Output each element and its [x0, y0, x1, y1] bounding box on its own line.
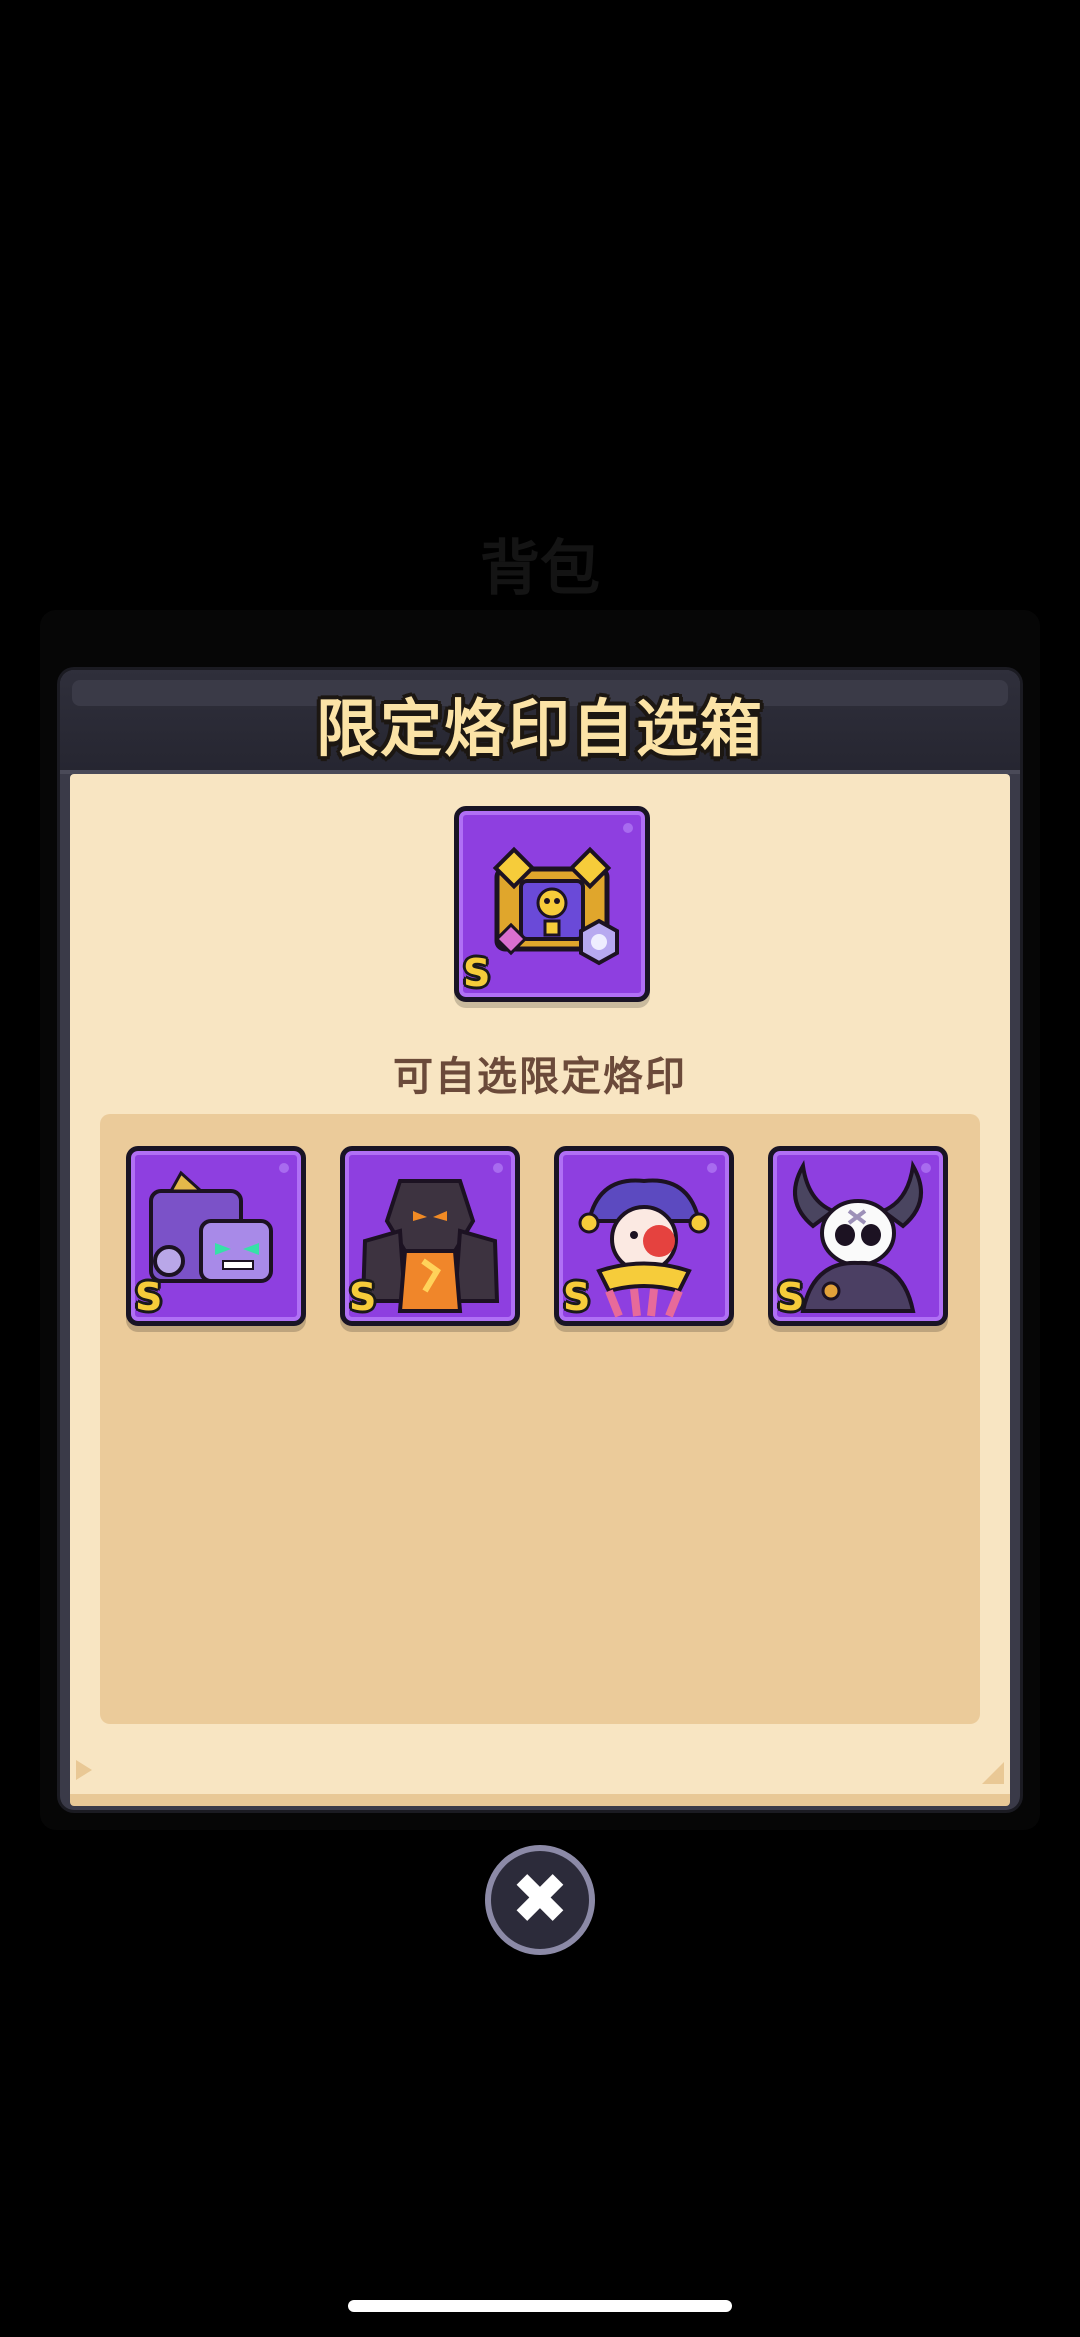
- option-card-2[interactable]: S: [340, 1146, 520, 1326]
- rank-badge: S: [135, 1275, 163, 1319]
- option-card-3[interactable]: S: [554, 1146, 734, 1326]
- close-button[interactable]: ✖: [485, 1845, 595, 1955]
- dialog-subtitle: 可自选限定烙印: [393, 1054, 687, 1100]
- close-icon: ✖: [510, 1858, 570, 1940]
- dialog-header: 限定烙印自选箱: [60, 670, 1020, 774]
- rank-badge: S: [777, 1275, 805, 1319]
- dialog-title: 限定烙印自选箱: [315, 692, 764, 765]
- featured-item-card[interactable]: S: [454, 806, 650, 1002]
- corner-decoration: [982, 1762, 1004, 1784]
- corner-decoration: [76, 1760, 92, 1780]
- home-indicator[interactable]: [348, 2300, 732, 2312]
- dialog-body: S 可自选限定烙印 S S S S: [70, 774, 1010, 1806]
- options-panel: S S S S: [100, 1114, 980, 1724]
- option-card-4[interactable]: S: [768, 1146, 948, 1326]
- rank-badge: S: [463, 951, 491, 995]
- rank-badge: S: [563, 1275, 591, 1319]
- background-page-title: 背包: [480, 534, 600, 604]
- rank-badge: S: [349, 1275, 377, 1319]
- option-card-1[interactable]: S: [126, 1146, 306, 1326]
- selection-box-dialog: 限定烙印自选箱 S 可自选限定烙印 S S S S: [60, 670, 1020, 1810]
